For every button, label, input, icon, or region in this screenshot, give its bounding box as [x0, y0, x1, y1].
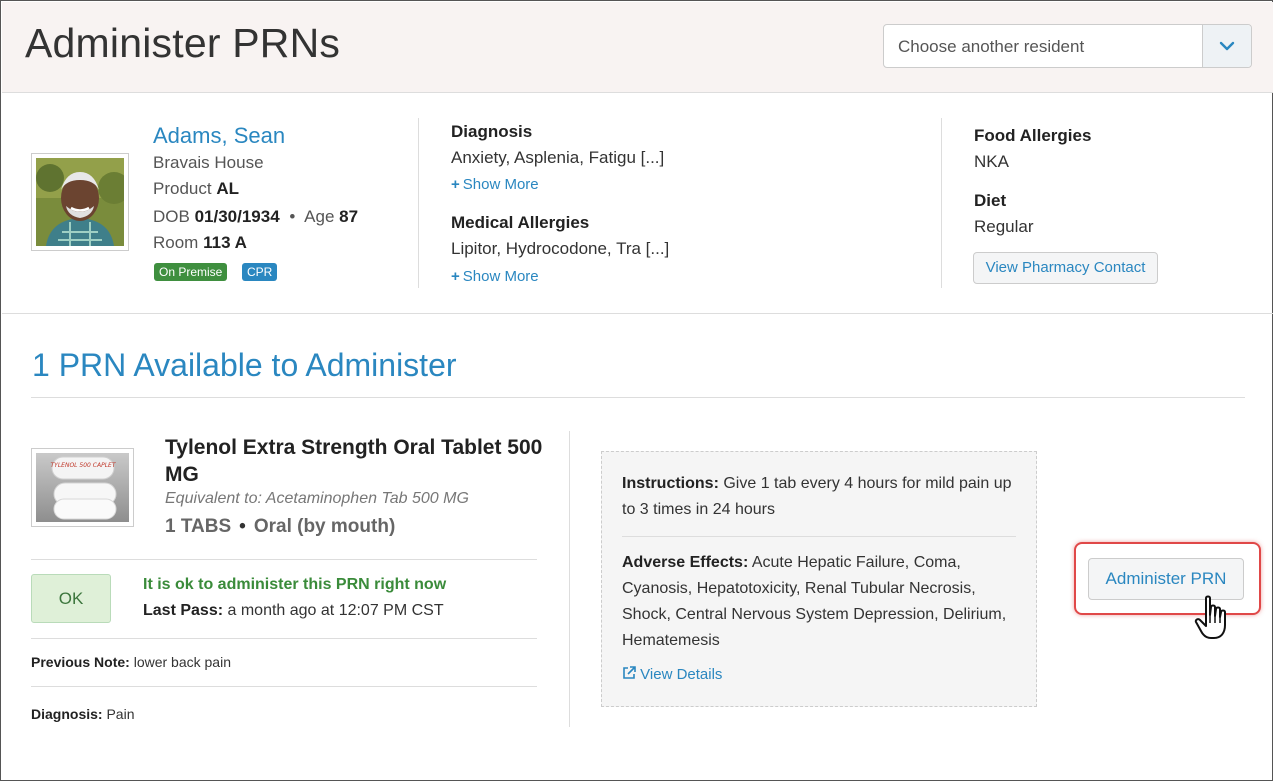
room-label: Room: [153, 233, 199, 252]
room-value: 113 A: [203, 233, 247, 252]
medical-allergies-value: Lipitor, Hydrocodone, Tra [...]: [451, 239, 670, 258]
prn-diagnosis-value: Pain: [106, 706, 135, 722]
food-allergies-value: NKA: [974, 152, 1009, 171]
divider: [941, 118, 942, 288]
last-pass-label: Last Pass:: [143, 602, 224, 619]
hand-cursor-icon: [1194, 595, 1226, 639]
divider: [31, 686, 537, 687]
avatar: [31, 153, 129, 251]
medication-dose: 1 TABS • Oral (by mouth): [165, 516, 395, 538]
diagnosis-value: Anxiety, Asplenia, Fatigu [...]: [451, 148, 665, 167]
medical-allergies-label: Medical Allergies: [451, 213, 590, 232]
last-pass-value: a month ago at 12:07 PM CST: [227, 602, 444, 619]
resident-select-placeholder: Choose another resident: [898, 37, 1085, 56]
instructions-label: Instructions:: [622, 475, 719, 492]
medication-name: Tylenol Extra Strength Oral Tablet 500 M…: [165, 436, 543, 486]
resident-select[interactable]: Choose another resident: [883, 24, 1252, 68]
prn-available-title: 1 PRN Available to Administer: [32, 347, 457, 383]
ok-status-box: OK: [31, 574, 111, 623]
separator-dot: •: [239, 516, 246, 537]
divider: [418, 118, 419, 288]
plus-icon: +: [451, 176, 460, 193]
show-more-label: Show More: [462, 176, 539, 193]
resident-dob-age: DOB 01/30/1934 • Age 87: [153, 207, 358, 227]
adverse-effects: Adverse Effects: Acute Hepatic Failure, …: [622, 550, 1022, 654]
dob-value: 01/30/1934: [194, 207, 280, 226]
adverse-effects-label: Adverse Effects:: [622, 554, 749, 571]
page-header: Administer PRNs Choose another resident: [2, 2, 1273, 93]
dob-label: DOB: [153, 207, 190, 226]
ok-status-message: It is ok to administer this PRN right no…: [143, 576, 447, 593]
instructions-panel: Instructions: Give 1 tab every 4 hours f…: [601, 451, 1037, 707]
product-value: AL: [216, 179, 239, 198]
medication-image: TYLENOL 500 CAPLET: [31, 448, 134, 527]
food-allergies-label: Food Allergies: [974, 126, 1092, 145]
resident-profile: Adams, Sean Bravais House Product AL DOB…: [2, 94, 1273, 314]
administer-prn-button[interactable]: Administer PRN: [1088, 558, 1244, 600]
dose-route: Oral (by mouth): [253, 516, 396, 537]
diet-label: Diet: [974, 191, 1007, 210]
diet-value: Regular: [974, 217, 1034, 236]
page-title: Administer PRNs: [25, 20, 341, 66]
age-value: 87: [339, 207, 359, 226]
pill-imprint: TYLENOL 500 CAPLET: [51, 462, 117, 469]
show-more-label: Show More: [462, 268, 539, 285]
view-details-link[interactable]: View Details: [622, 666, 722, 683]
allergies-show-more-link[interactable]: + Show More: [451, 268, 539, 285]
view-pharmacy-contact-button[interactable]: View Pharmacy Contact: [973, 252, 1158, 284]
divider: [31, 397, 1245, 398]
separator-dot: •: [289, 207, 296, 226]
prn-diagnosis-label: Diagnosis:: [31, 706, 103, 722]
previous-note-label: Previous Note:: [31, 654, 130, 670]
resident-name-link[interactable]: Adams, Sean: [153, 123, 285, 149]
view-details-label: View Details: [640, 666, 723, 683]
chevron-down-icon: [1219, 41, 1235, 51]
prn-diagnosis: Diagnosis: Pain: [31, 706, 135, 722]
previous-note-value: lower back pain: [133, 654, 231, 670]
divider: [31, 559, 537, 560]
resident-facility: Bravais House: [153, 153, 264, 172]
divider: [31, 638, 537, 639]
app-frame: Administer PRNs Choose another resident: [0, 0, 1273, 781]
resident-select-toggle[interactable]: [1202, 25, 1251, 67]
dose-quantity: 1 TABS: [165, 516, 232, 537]
age-label: Age: [304, 207, 335, 226]
diagnosis-show-more-link[interactable]: + Show More: [451, 176, 539, 193]
divider: [569, 431, 570, 727]
resident-product: Product AL: [153, 179, 239, 199]
diagnosis-label: Diagnosis: [451, 122, 533, 141]
instructions: Instructions: Give 1 tab every 4 hours f…: [622, 471, 1022, 523]
resident-room: Room 113 A: [153, 233, 247, 253]
last-pass: Last Pass: a month ago at 12:07 PM CST: [143, 602, 444, 620]
medication-equivalent: Equivalent to: Acetaminophen Tab 500 MG: [165, 490, 469, 507]
previous-note: Previous Note: lower back pain: [31, 654, 231, 670]
external-link-icon: [623, 666, 636, 679]
product-label: Product: [153, 179, 212, 198]
plus-icon: +: [451, 268, 460, 285]
status-badge-on-premise: On Premise: [154, 263, 228, 281]
divider: [622, 536, 1016, 537]
status-badge-cpr: CPR: [242, 263, 278, 281]
